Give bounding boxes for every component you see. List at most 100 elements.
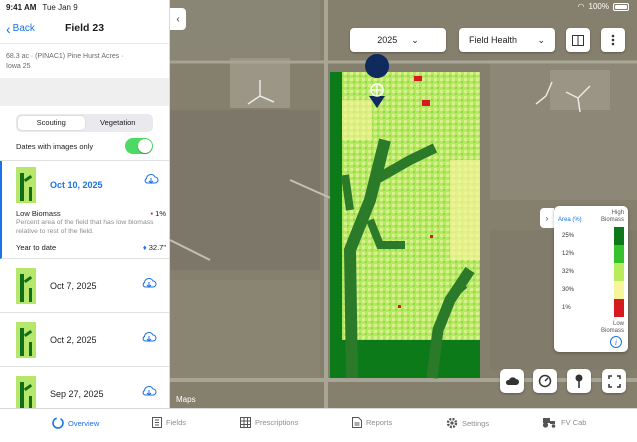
cloud-download-icon[interactable] — [143, 173, 159, 185]
fullscreen-button[interactable] — [602, 369, 626, 393]
toggle-label: Dates with images only — [16, 141, 94, 151]
dates-with-images-toggle[interactable] — [125, 138, 153, 154]
legend-swatch — [614, 227, 624, 245]
cloud-download-icon[interactable] — [141, 385, 157, 397]
chevron-right-icon: › — [545, 213, 549, 223]
ytd-value: 32.7" — [148, 243, 166, 252]
overview-icon — [52, 417, 64, 429]
maps-logo-text: Maps — [176, 395, 196, 404]
legend-pct: 1% — [562, 305, 571, 311]
cloud-download-icon[interactable] — [141, 331, 157, 343]
cloud-icon — [505, 377, 519, 385]
list-item[interactable]: Oct 10, 2025 Low Biomass ▪ 1% Percent ar… — [0, 161, 169, 259]
metric-value: 1% — [155, 209, 166, 218]
view-value: Field Health — [469, 35, 518, 45]
list-item[interactable]: Sep 27, 2025 — [0, 367, 169, 408]
drop-pin-button[interactable] — [567, 369, 591, 393]
legend-swatch — [614, 245, 624, 263]
metric-title: Low Biomass — [16, 209, 61, 218]
legend-swatch — [614, 299, 624, 317]
ytd-value-wrap: ♦ 32.7" — [143, 243, 166, 252]
low-biomass-metric: Low Biomass ▪ 1% Percent area of the fie… — [16, 209, 166, 252]
back-label: Back — [12, 23, 35, 34]
weather-button[interactable] — [500, 369, 524, 393]
legend-pct: 12% — [562, 251, 575, 257]
status-time: 9:41 AM — [6, 2, 37, 12]
status-date: Tue Jan 9 — [42, 2, 78, 12]
date-list: Oct 10, 2025 Low Biomass ▪ 1% Percent ar… — [0, 160, 169, 408]
tab-reports[interactable]: Reports — [352, 417, 392, 428]
field-thumbnail — [16, 267, 36, 304]
ytd-label: Year to date — [16, 243, 57, 252]
chevron-down-icon: ⌄ — [537, 34, 545, 45]
date-label: Oct 10, 2025 — [50, 180, 103, 190]
tab-overview[interactable]: Overview — [52, 417, 99, 429]
split-view-icon — [572, 34, 584, 46]
legend-high-label: High Biomass — [600, 210, 624, 223]
field-info: 68.3 ac · (PINAC1) Pine Hurst Acres · Io… — [0, 44, 169, 78]
field-info-line1: 68.3 ac · (PINAC1) Pine Hurst Acres · — [6, 53, 124, 60]
legend-rows: 25% 12% 32% 30% 1% — [558, 227, 624, 321]
back-button[interactable]: ‹ Back — [6, 22, 35, 36]
fullscreen-icon — [607, 374, 621, 388]
legend-row: 30% — [558, 281, 624, 299]
red-dot-icon: ▪ — [150, 209, 154, 218]
year-value: 2025 — [377, 35, 398, 45]
tab-fields[interactable]: Fields — [152, 417, 186, 428]
chevron-down-icon: ⌄ — [411, 34, 419, 45]
legend-row: 25% — [558, 227, 624, 245]
tab-label: Overview — [68, 418, 100, 428]
legend-pct: 30% — [562, 287, 575, 293]
maps-logo: Maps — [176, 395, 196, 404]
list-item[interactable]: Oct 7, 2025 — [0, 259, 169, 313]
legend-low-label: Low Biomass — [600, 321, 624, 334]
more-button[interactable] — [601, 28, 625, 52]
mode-segmented-control[interactable]: Scouting Vegetation — [16, 114, 153, 132]
list-item[interactable]: Oct 2, 2025 — [0, 313, 169, 367]
field-thumbnail — [16, 321, 36, 358]
year-to-date-row: Year to date ♦ 32.7" — [16, 243, 166, 252]
tab-label: Prescriptions — [255, 418, 299, 427]
tab-bar: Overview Fields Prescriptions Reports Se… — [0, 408, 637, 442]
tab-label: Reports — [366, 418, 393, 427]
legend-pct: 25% — [562, 233, 575, 239]
legend-row: 1% — [558, 299, 624, 317]
segment-vegetation[interactable]: Vegetation — [85, 116, 152, 130]
legend-row: 32% — [558, 263, 624, 281]
prescriptions-icon — [240, 417, 251, 428]
tab-settings[interactable]: Settings — [446, 417, 489, 429]
tab-fv-cab[interactable]: FV Cab — [541, 417, 586, 428]
tab-label: FV Cab — [561, 418, 587, 427]
fields-icon — [152, 417, 162, 428]
gear-icon — [446, 417, 458, 429]
split-view-button[interactable] — [566, 28, 590, 52]
more-vertical-icon — [611, 34, 615, 46]
field-thumbnail — [16, 167, 36, 203]
year-dropdown[interactable]: 2025 ⌄ — [350, 28, 446, 52]
dates-filter-row: Dates with images only — [0, 132, 169, 154]
cloud-download-icon[interactable] — [141, 277, 157, 289]
gauge-icon — [538, 374, 552, 388]
tab-prescriptions[interactable]: Prescriptions — [240, 417, 298, 428]
legend-swatch — [614, 281, 624, 299]
gauge-button[interactable] — [533, 369, 557, 393]
legend-pct: 32% — [562, 269, 575, 275]
field-sidebar: ‹ Back Field 23 68.3 ac · (PINAC1) Pine … — [0, 0, 170, 408]
segment-scouting[interactable]: Scouting — [18, 116, 85, 130]
field-thumbnail — [16, 375, 36, 408]
raindrop-icon: ♦ — [142, 243, 147, 252]
date-label: Oct 2, 2025 — [50, 334, 97, 345]
info-icon[interactable]: i — [610, 336, 622, 348]
reports-icon — [352, 417, 362, 428]
date-label: Oct 7, 2025 — [50, 280, 97, 291]
field-info-line2: Iowa 25 — [6, 63, 31, 70]
legend-swatch — [614, 263, 624, 281]
status-bar: 9:41 AM Tue Jan 9 — [0, 0, 637, 14]
metric-value-wrap: ▪ 1% — [150, 209, 166, 218]
view-dropdown[interactable]: Field Health ⌄ — [459, 28, 555, 52]
legend-collapse-button[interactable]: › — [540, 208, 554, 228]
metric-description: Percent area of the field that has low b… — [16, 219, 154, 235]
biomass-legend: Area (%) High Biomass 25% 12% 32% 30% 1%… — [554, 206, 628, 352]
tractor-icon — [542, 418, 556, 428]
legend-row: 12% — [558, 245, 624, 263]
